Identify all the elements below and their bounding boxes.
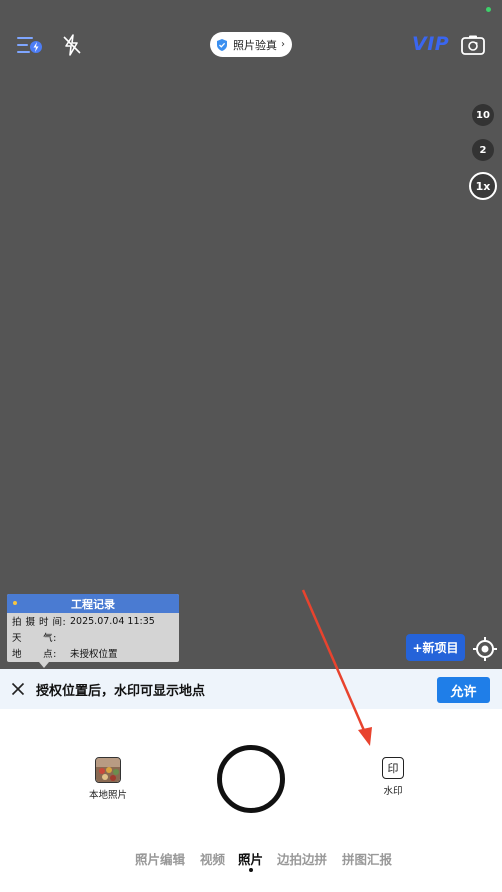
watermark-row-weather: 天 气: [7, 629, 179, 645]
location-notice-bar: 授权位置后，水印可显示地点 [0, 669, 502, 709]
mode-tabs: 照片编辑 视频 照片 边拍边拼 拼图汇报 [0, 849, 502, 869]
camera-viewfinder[interactable]: 照片验真 › VIP 10 2 1x 工程记录 拍 摄 时 间: 2025.07… [0, 0, 502, 669]
tab-photo[interactable]: 照片 [238, 849, 263, 868]
shield-check-icon [217, 38, 227, 51]
tab-shoot-and-stitch[interactable]: 边拍边拼 [277, 849, 327, 868]
allow-location-button[interactable]: 允许 [437, 677, 490, 703]
gallery-thumbnail-icon [95, 757, 121, 783]
local-photos-label: 本地照片 [88, 790, 127, 801]
watermark-label: 水印 [383, 786, 403, 797]
tab-video[interactable]: 视频 [200, 849, 225, 868]
watermark-value: 未授权位置 [70, 649, 118, 660]
watermark-key: 天 气: [12, 633, 57, 644]
watermark-title: 工程记录 [71, 597, 115, 611]
zoom-1x-button[interactable]: 1x [469, 172, 497, 200]
notice-text: 授权位置后，水印可显示地点 [36, 683, 206, 699]
watermark-icon: 印 [382, 757, 404, 779]
zoom-2-button[interactable]: 2 [472, 139, 494, 161]
vip-button[interactable]: VIP [412, 33, 449, 55]
watermark-row-time: 拍 摄 时 间: 2025.07.04 11:35 [7, 613, 179, 629]
photo-verify-button[interactable]: 照片验真 › [210, 32, 292, 57]
watermark-row-location: 地 点: 未授权位置 [7, 645, 179, 661]
photo-verify-label: 照片验真 [233, 38, 277, 52]
watermark-pointer [39, 662, 49, 668]
new-project-button[interactable]: +新项目 [406, 634, 465, 661]
watermark-header: 工程记录 [7, 594, 179, 613]
watermark-value: 2025.07.04 11:35 [70, 615, 155, 627]
watermark-key: 地 点: [12, 649, 57, 660]
watermark-dot-icon [13, 601, 17, 605]
active-mode-indicator [249, 868, 253, 872]
shutter-button[interactable] [217, 745, 285, 813]
tab-collage-report[interactable]: 拼图汇报 [342, 849, 392, 868]
close-icon[interactable] [0, 669, 36, 709]
zoom-10-button[interactable]: 10 [472, 104, 494, 126]
locate-icon[interactable] [472, 636, 498, 662]
watermark-preview-card[interactable]: 工程记录 拍 摄 时 间: 2025.07.04 11:35 天 气: 地 点:… [7, 594, 179, 668]
recording-status-dot [486, 7, 491, 12]
chevron-right-icon: › [281, 39, 285, 50]
local-photos-button[interactable]: 本地照片 [84, 757, 132, 803]
flash-off-icon[interactable] [57, 30, 87, 60]
menu-icon[interactable] [14, 30, 44, 60]
watermark-key: 拍 摄 时 间: [12, 617, 67, 628]
switch-camera-icon[interactable] [458, 30, 488, 60]
watermark-button[interactable]: 印 水印 [373, 757, 413, 803]
tab-photo-edit[interactable]: 照片编辑 [135, 849, 185, 868]
